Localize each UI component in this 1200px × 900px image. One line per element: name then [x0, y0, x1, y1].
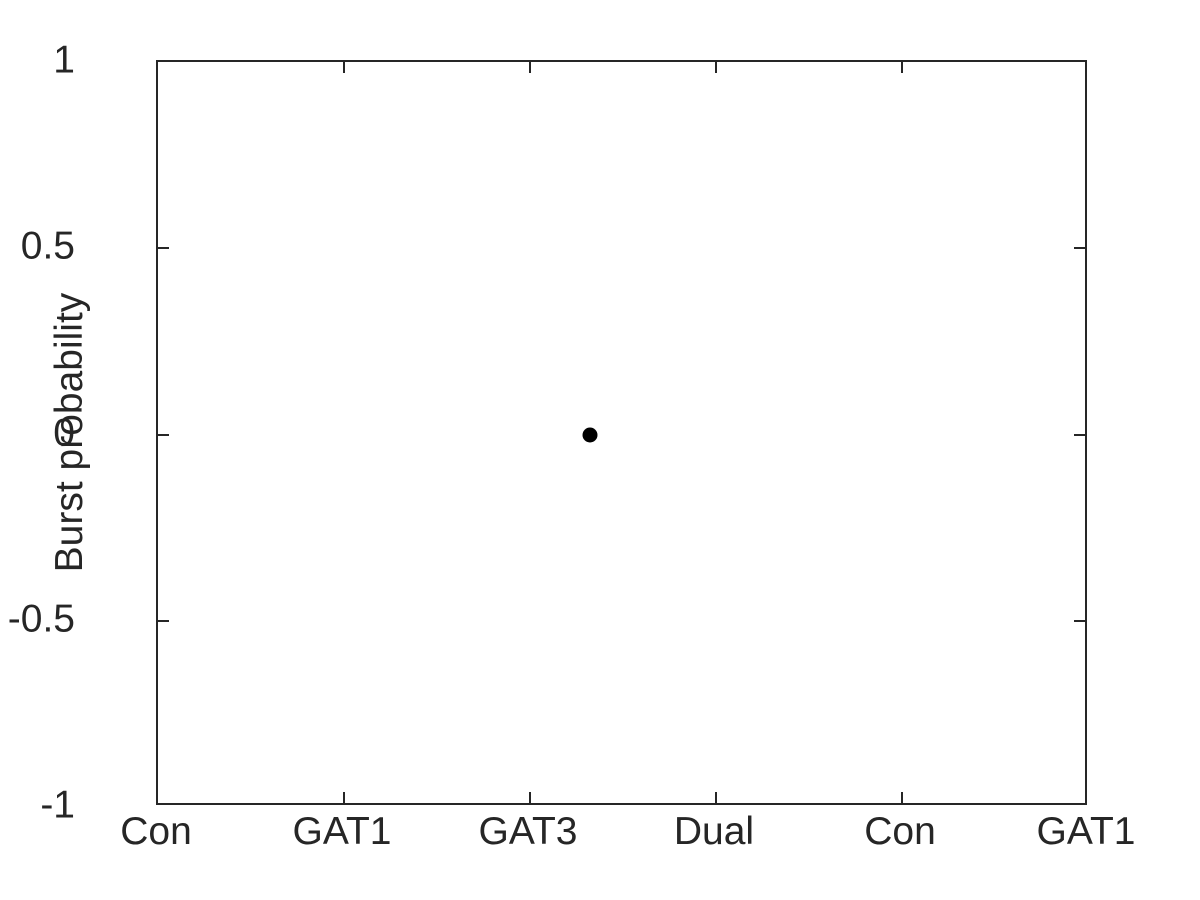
- y-tick-label-neg0p5: -0.5: [7, 597, 75, 641]
- y-tick-label-1: 1: [53, 38, 75, 82]
- y-tick-mark-right-neg0p5: [1074, 620, 1085, 622]
- x-tick-label-gat1-2: GAT1: [1036, 810, 1136, 853]
- x-tick-mark-top-1: [343, 62, 345, 73]
- y-tick-mark-right-0: [1074, 434, 1085, 436]
- y-tick-label-0: 0: [53, 411, 75, 455]
- x-tick-label-dual: Dual: [673, 810, 755, 853]
- x-tick-mark-3: [715, 792, 717, 803]
- data-point-marker: [582, 427, 598, 442]
- x-tick-label-gat3: GAT3: [478, 810, 578, 853]
- x-tick-mark-top-4: [901, 62, 903, 73]
- x-tick-mark-2: [529, 792, 531, 803]
- x-tick-mark-4: [901, 792, 903, 803]
- y-tick-mark-neg0p5: [158, 620, 169, 622]
- y-tick-label-0p5: 0.5: [20, 224, 75, 268]
- x-tick-mark-top-2: [529, 62, 531, 73]
- y-tick-label-neg1: -1: [40, 783, 75, 827]
- y-tick-mark-right-0p5: [1074, 247, 1085, 249]
- figure-canvas: Burst probability 1 0.5 0 -0.5 -1 Con GA…: [0, 0, 1200, 900]
- x-tick-label-con-1: Con: [120, 810, 192, 853]
- x-tick-mark-top-3: [715, 62, 717, 73]
- x-tick-label-gat1-1: GAT1: [292, 810, 392, 853]
- x-tick-mark-1: [343, 792, 345, 803]
- y-tick-mark-0p5: [158, 247, 169, 249]
- x-tick-label-con-2: Con: [864, 810, 936, 853]
- plot-area: [156, 60, 1087, 805]
- y-tick-mark-0: [158, 434, 169, 436]
